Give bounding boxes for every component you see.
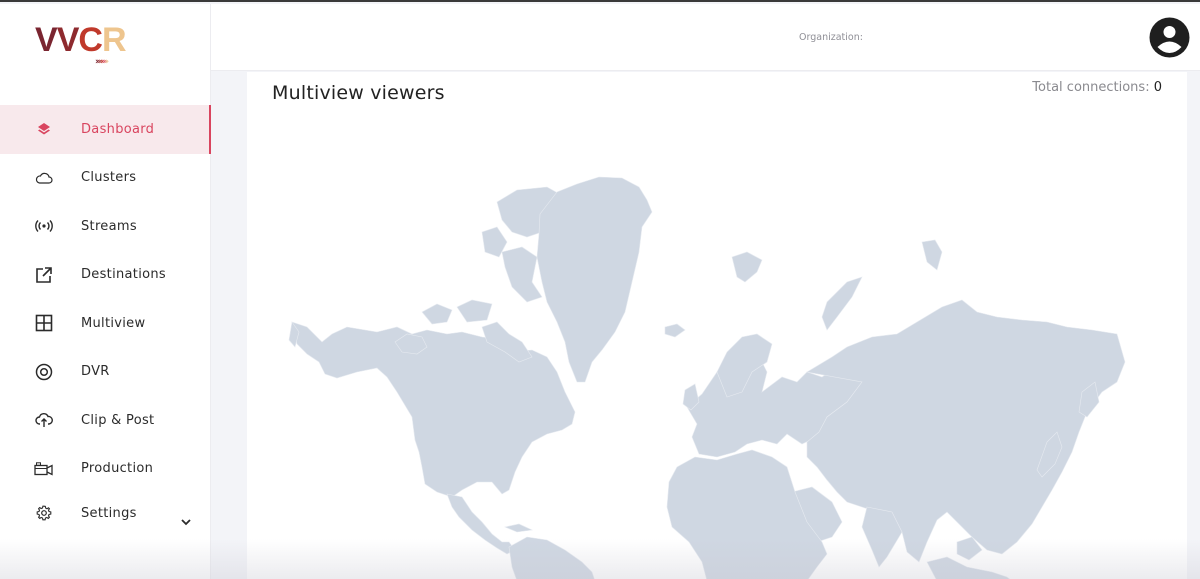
map-region-caribbean — [503, 523, 534, 533]
map-region-arctic-islands — [421, 303, 453, 325]
map-region-arctic-islands — [501, 246, 543, 303]
sidebar-nav: Dashboard Clusters Streams Destinations … — [0, 105, 211, 533]
layers-icon — [34, 119, 54, 139]
sidebar-item-clip-and-post[interactable]: Clip & Post — [0, 396, 211, 445]
logo-letter: C — [78, 21, 103, 59]
map-region-severnaya — [921, 239, 943, 271]
sidebar-item-label: Production — [81, 461, 154, 477]
logo-chevrons: ››››››› — [95, 57, 109, 67]
sidebar-item-dvr[interactable]: DVR — [0, 348, 211, 397]
sidebar: VVCR ››››››› Dashboard Clusters Streams — [0, 4, 211, 579]
vvcr-logo[interactable]: VVCR ››››››› — [35, 22, 135, 70]
map-region-south-america — [508, 536, 595, 579]
sidebar-item-label: DVR — [81, 364, 110, 380]
grid-icon — [34, 313, 54, 333]
organization-label: Organization: — [799, 32, 863, 43]
total-connections-label: Total connections: — [1032, 80, 1150, 95]
broadcast-icon — [34, 216, 54, 236]
map-region-iceland — [664, 323, 686, 338]
gear-icon — [34, 503, 54, 523]
map-region-greenland — [536, 176, 653, 383]
map-region-arctic-islands — [456, 299, 493, 323]
chevron-down-icon[interactable] — [180, 511, 192, 530]
sidebar-item-label: Clip & Post — [81, 412, 155, 428]
sidebar-item-label: Settings — [81, 505, 137, 521]
sidebar-item-label: Destinations — [81, 267, 166, 283]
total-connections-value: 0 — [1153, 80, 1162, 95]
sidebar-item-destinations[interactable]: Destinations — [0, 251, 211, 300]
sidebar-item-label: Multiview — [81, 315, 146, 331]
map-region-svalbard — [731, 251, 763, 283]
map-region-asia — [806, 299, 1126, 563]
map-region-novaya-zemlya — [821, 276, 863, 331]
sidebar-item-clusters[interactable]: Clusters — [0, 154, 211, 203]
sidebar-item-dashboard[interactable]: Dashboard — [0, 105, 211, 154]
sidebar-item-multiview[interactable]: Multiview — [0, 299, 211, 348]
cloud-icon — [34, 168, 54, 188]
logo-letter: V — [56, 21, 80, 59]
sidebar-item-label: Dashboard — [81, 121, 155, 137]
sidebar-item-settings[interactable]: Settings — [0, 493, 211, 533]
logo-letter: V — [35, 21, 58, 59]
map-region-africa — [666, 449, 828, 579]
record-icon — [34, 362, 54, 382]
total-connections: Total connections: 0 — [1032, 80, 1162, 95]
multiview-viewers-card: Multiview viewers Total connections: 0 — [247, 72, 1187, 579]
page-title: Multiview viewers — [272, 82, 445, 104]
sidebar-item-streams[interactable]: Streams — [0, 202, 211, 251]
logo-letter: R — [101, 21, 127, 59]
map-region-central-america — [446, 493, 516, 555]
map-region-indonesia — [926, 556, 1010, 579]
sidebar-item-label: Streams — [81, 218, 137, 234]
cloud-upload-icon — [34, 410, 54, 430]
external-link-icon — [34, 265, 54, 285]
sidebar-item-production[interactable]: Production — [0, 445, 211, 494]
logo-text: VVCR — [35, 22, 135, 58]
map-region-north-america — [291, 321, 576, 498]
video-camera-icon — [34, 459, 54, 479]
world-map[interactable] — [247, 72, 1187, 579]
sidebar-item-label: Clusters — [81, 170, 137, 186]
top-header: Organization: — [211, 4, 1200, 71]
user-avatar-icon[interactable] — [1149, 17, 1190, 58]
logo-chevron: › — [105, 57, 108, 67]
